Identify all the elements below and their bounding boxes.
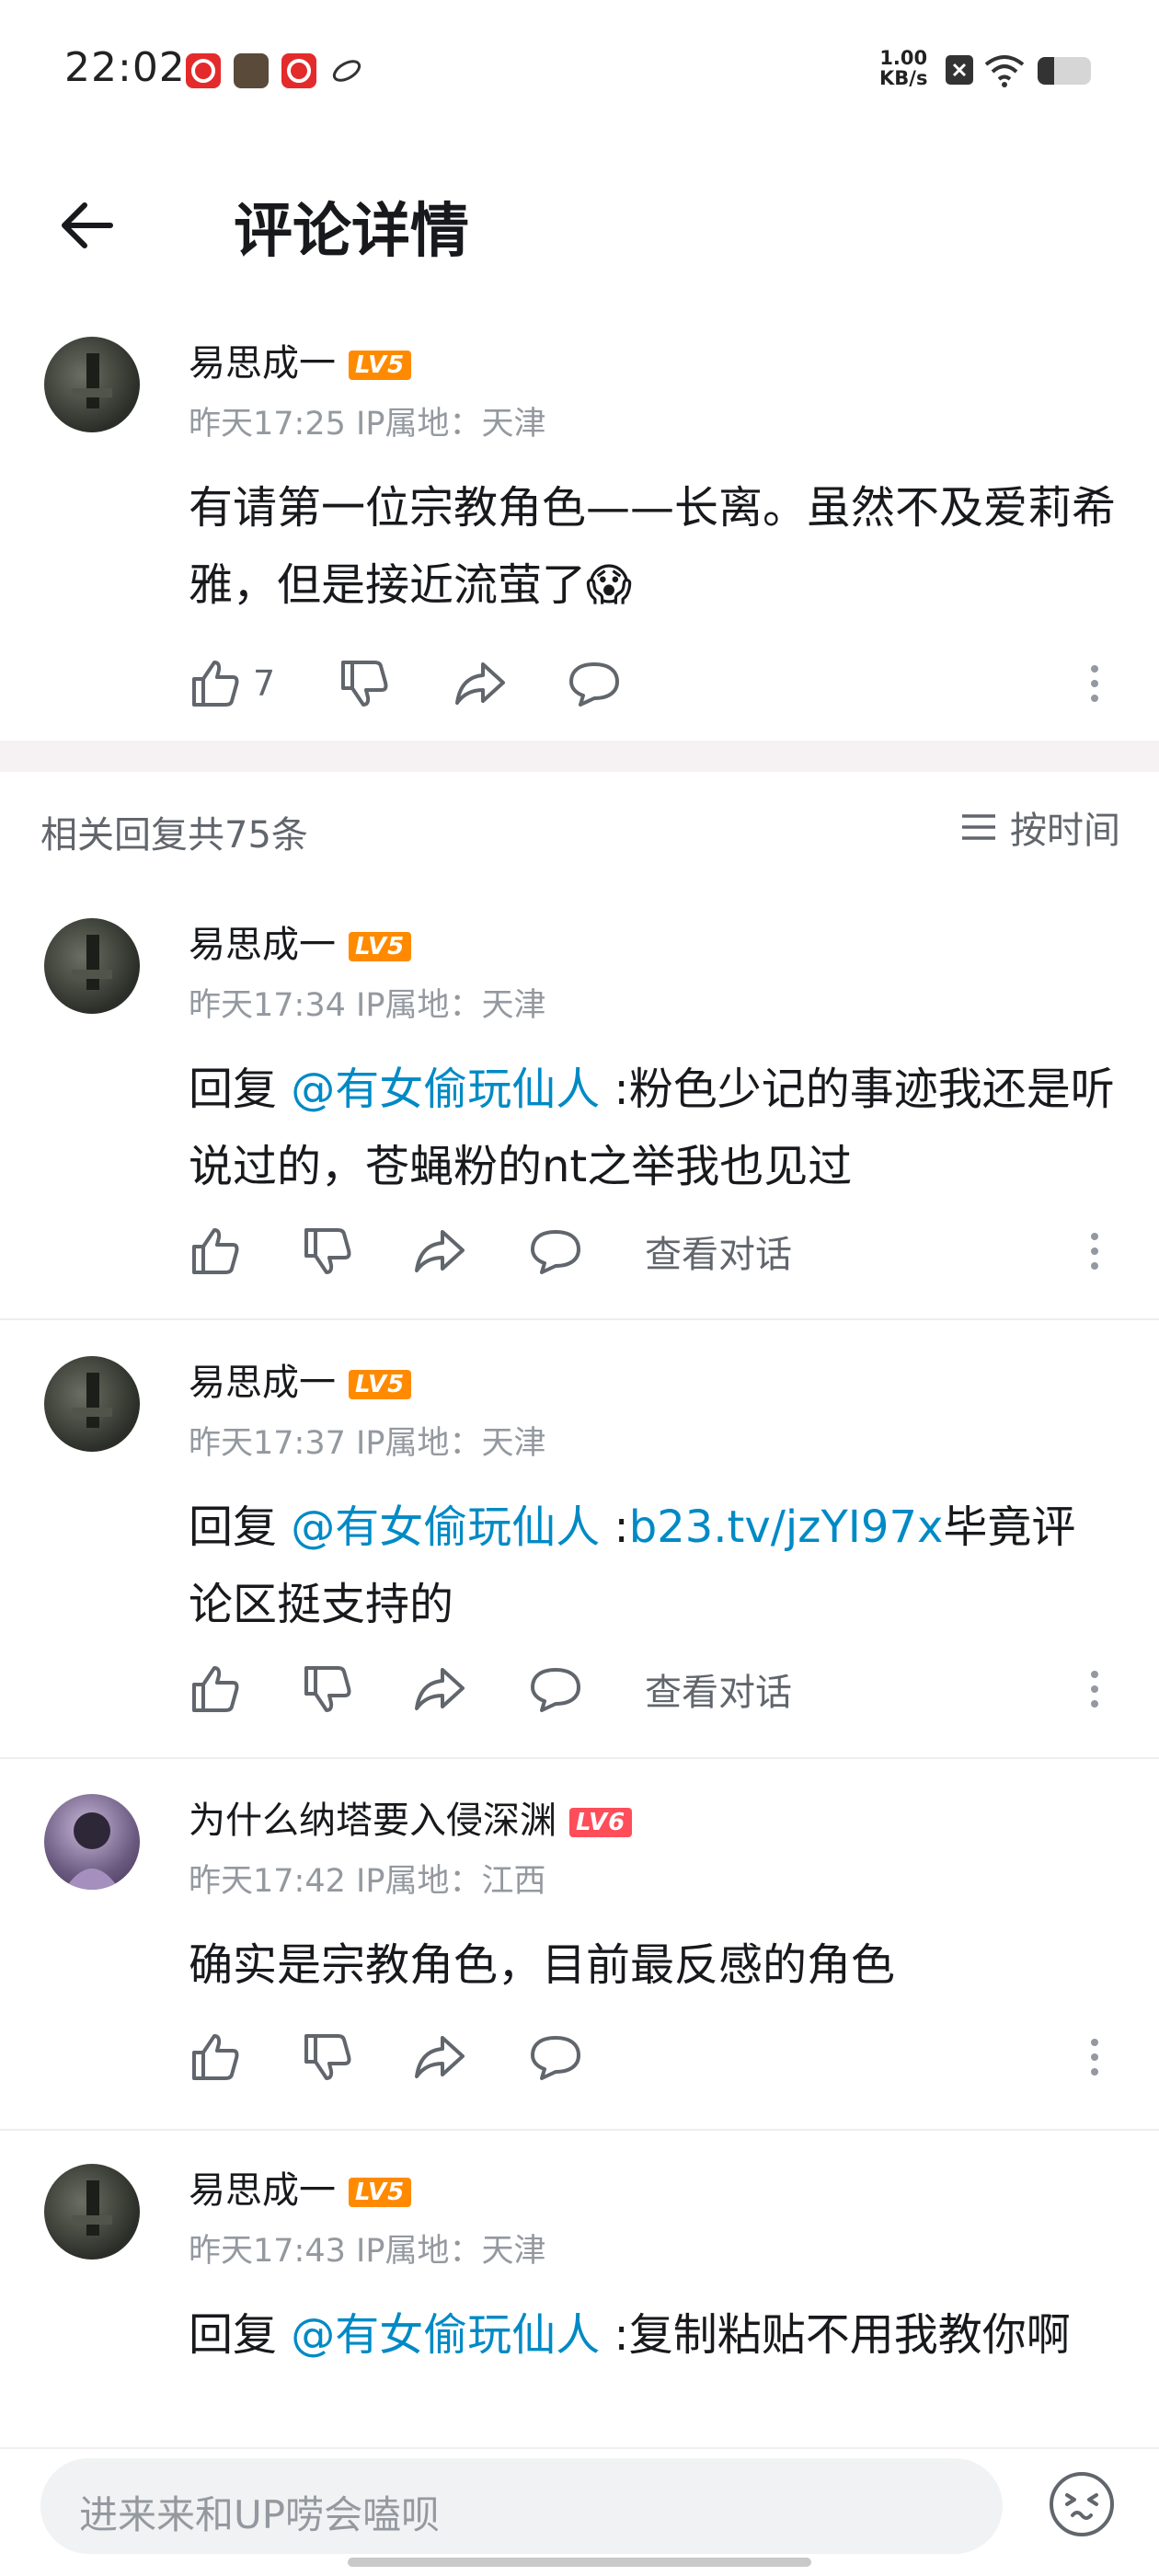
avatar[interactable] [44,2164,140,2260]
reply-actions: 查看对话 [189,1214,1113,1288]
dislike-button[interactable] [301,1652,354,1726]
level-badge: LV5 [349,2178,412,2207]
divider [0,1757,1159,1759]
level-badge: LV5 [349,351,412,380]
reply-text: 回复 @有女偷玩仙人 :粉色少记的事迹我还是听说过的，苍蝇粉的nt之举我也见过 [189,1064,1115,1192]
dislike-icon [341,661,388,707]
avatar[interactable] [44,918,140,1014]
comment-input-placeholder: 进来来和UP唠会嗑呗 [79,2492,441,2537]
share-button[interactable] [453,647,507,720]
divider [0,1318,1159,1320]
reply-actions: 查看对话 [189,1652,1113,1726]
more-icon [1091,665,1098,702]
dislike-icon [304,1228,351,1274]
emoji-button[interactable] [1047,2469,1117,2539]
reply-username[interactable]: 易思成一 LV5 [189,2160,412,2214]
sort-button[interactable]: 按时间 [958,800,1120,854]
short-link[interactable]: b23.tv/jzYI97x [629,1501,944,1553]
more-button[interactable] [1076,1214,1113,1288]
netease-music-icon-2 [281,53,316,88]
reply-icon [531,1668,580,1712]
like-icon [192,1666,239,1712]
reply-button[interactable] [529,2020,582,2094]
mention-link[interactable]: @有女偷玩仙人 [291,1501,600,1553]
like-button[interactable] [189,2020,242,2094]
reply-username[interactable]: 易思成一 LV5 [189,1352,412,1406]
comment-meta: 昨天17:25 IP属地：天津 [189,406,546,443]
reply-meta: 昨天17:43 IP属地：天津 [189,2233,546,2270]
reply-meta: 昨天17:42 IP属地：江西 [189,1863,546,1900]
reply-meta: 昨天17:34 IP属地：天津 [189,987,546,1024]
more-icon [1091,2039,1098,2076]
like-icon [192,661,239,707]
like-icon [192,2034,239,2080]
network-speed: 1.00 KB/s [879,47,928,89]
sort-icon [962,814,995,840]
avatar[interactable] [44,1794,140,1890]
scream-emoji-icon: 😱 [586,559,633,611]
reply-icon [531,2036,580,2080]
mention-link[interactable]: @有女偷玩仙人 [291,1064,600,1115]
share-icon [455,662,505,705]
divider [0,2129,1159,2131]
reply-count: 相关回复共75条 [40,814,308,857]
netease-music-icon [186,53,221,88]
reply-text: 确实是宗教角色，目前最反感的角色 [189,1939,896,1991]
dislike-button[interactable] [301,1214,354,1288]
more-icon [1091,1233,1098,1270]
avatar[interactable] [44,1356,140,1452]
like-button[interactable] [189,1652,242,1726]
share-icon [415,2036,465,2078]
back-arrow-icon [62,202,113,248]
dislike-button[interactable] [301,2020,354,2094]
dislike-icon [304,2034,351,2080]
share-icon [415,1230,465,1272]
more-button[interactable] [1076,1652,1113,1726]
view-conversation-button[interactable]: 查看对话 [645,1214,792,1288]
level-badge: LV6 [569,1808,633,1837]
reply-username[interactable]: 为什么纳塔要入侵深渊 LV6 [189,1790,633,1844]
dislike-icon [304,1666,351,1712]
share-button[interactable] [413,2020,466,2094]
reply-username[interactable]: 易思成一 LV5 [189,914,412,968]
game-app-icon [234,53,269,88]
like-button[interactable] [189,1214,242,1288]
share-button[interactable] [413,1652,466,1726]
reply-icon [569,662,619,707]
view-conversation-button[interactable]: 查看对话 [645,1652,792,1726]
section-divider [0,741,1159,772]
comment-text: 有请第一位宗教角色——长离。虽然不及爱莉希雅，但是接近流萤了😱 [189,482,1117,611]
home-indicator [348,2558,811,2567]
dislike-button[interactable] [338,647,391,720]
comment-username[interactable]: 易思成一 LV5 [189,333,412,386]
back-button[interactable] [55,189,129,262]
avatar[interactable] [44,337,140,432]
reply-button[interactable] [568,647,621,720]
wifi-icon [982,52,1027,92]
level-badge: LV5 [349,1370,412,1399]
comment-actions: 7 [189,647,1113,720]
battery-icon [1038,57,1091,85]
like-icon [192,1228,239,1274]
share-icon [415,1668,465,1710]
notification-x-icon [946,55,973,85]
reply-icon [531,1230,580,1274]
reply-text: 回复 @有女偷玩仙人 :复制粘贴不用我教你啊 [189,2309,1071,2361]
more-icon [1091,1671,1098,1708]
reply-actions [189,2020,1113,2094]
reply-meta: 昨天17:37 IP属地：天津 [189,1425,546,1462]
level-badge: LV5 [349,932,412,961]
link-app-icon [329,53,364,88]
more-button[interactable] [1076,647,1113,720]
reply-button[interactable] [529,1214,582,1288]
page-title: 评论详情 [234,198,469,266]
mention-link[interactable]: @有女偷玩仙人 [291,2309,600,2361]
reply-button[interactable] [529,1652,582,1726]
emoji-icon [1050,2472,1114,2536]
status-time: 22:02 [64,44,186,91]
share-button[interactable] [413,1214,466,1288]
reply-text: 回复 @有女偷玩仙人 :b23.tv/jzYI97x毕竟评论区挺支持的 [189,1501,1076,1630]
more-button[interactable] [1076,2020,1113,2094]
like-button[interactable]: 7 [189,647,275,720]
